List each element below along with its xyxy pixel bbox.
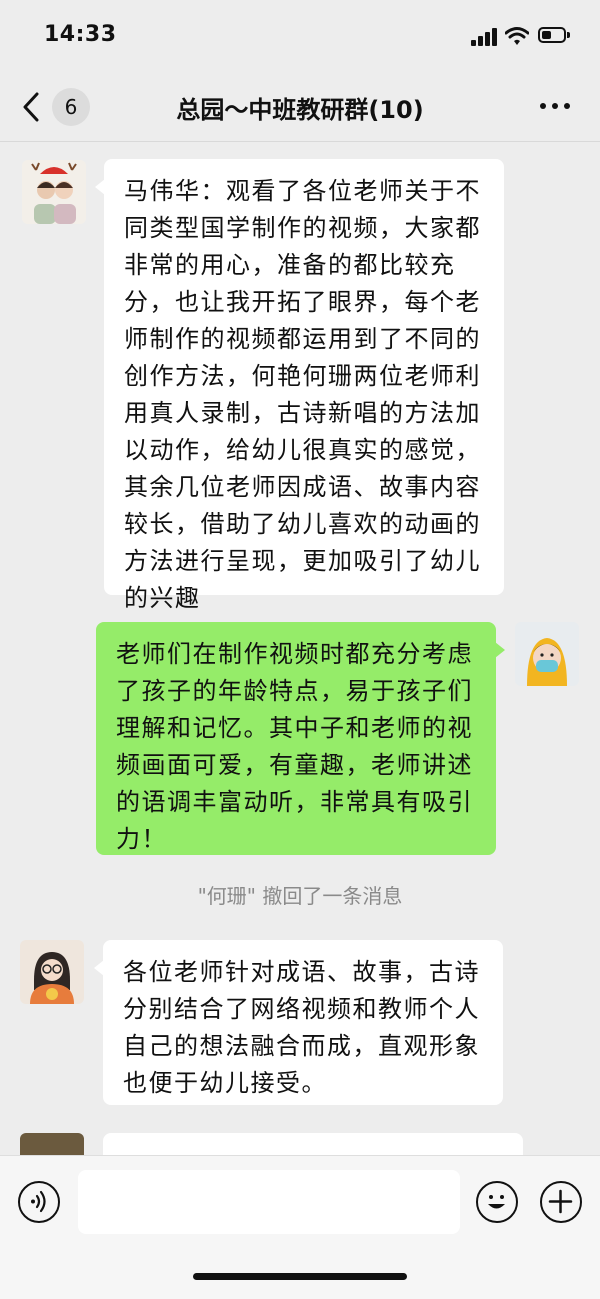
avatar[interactable] <box>20 940 84 1004</box>
message-text-input[interactable] <box>78 1170 460 1234</box>
chat-title: 总园～中班教研群(10) <box>176 96 424 124</box>
back-button[interactable]: 6 <box>22 88 92 128</box>
avatar-image-icon <box>515 622 579 686</box>
emoji-button[interactable] <box>476 1181 518 1223</box>
avatar-image-icon <box>20 940 84 1004</box>
message-bubble-received[interactable]: 马伟华：观看了各位老师关于不同类型国学制作的视频，大家都非常的用心，准备的都比较… <box>95 159 504 612</box>
chat-header: 6 总园～中班教研群(10) <box>0 72 600 142</box>
plus-icon <box>548 1189 573 1214</box>
status-bar: 14:33 <box>0 0 600 72</box>
message-bubble-received[interactable]: 各位老师针对成语、故事，古诗分别结合了网络视频和教师个人自己的想法融合而成，直观… <box>94 940 503 1105</box>
cellular-signal-icon <box>471 28 497 46</box>
avatar-image-icon <box>22 160 86 224</box>
message-bubble-received[interactable] <box>103 1133 523 1155</box>
smiley-icon <box>488 1195 505 1209</box>
status-time: 14:33 <box>44 22 117 47</box>
more-options-button[interactable] <box>538 100 572 112</box>
unread-count-badge: 6 <box>52 88 90 126</box>
avatar[interactable] <box>20 1133 84 1155</box>
battery-icon <box>538 27 570 45</box>
recall-notice: "何珊" 撤回了一条消息 <box>197 884 403 908</box>
avatar[interactable] <box>22 160 86 224</box>
more-functions-button[interactable] <box>540 1181 582 1223</box>
voice-input-button[interactable] <box>18 1181 60 1223</box>
wifi-icon <box>504 26 530 46</box>
avatar[interactable] <box>515 622 579 686</box>
chevron-left-icon <box>23 92 39 122</box>
voice-icon <box>31 1190 46 1213</box>
message-bubble-sent[interactable]: 老师们在制作视频时都充分考虑了孩子的年龄特点，易于孩子们理解和记忆。其中子和老师… <box>96 622 505 855</box>
home-indicator[interactable] <box>193 1273 407 1280</box>
